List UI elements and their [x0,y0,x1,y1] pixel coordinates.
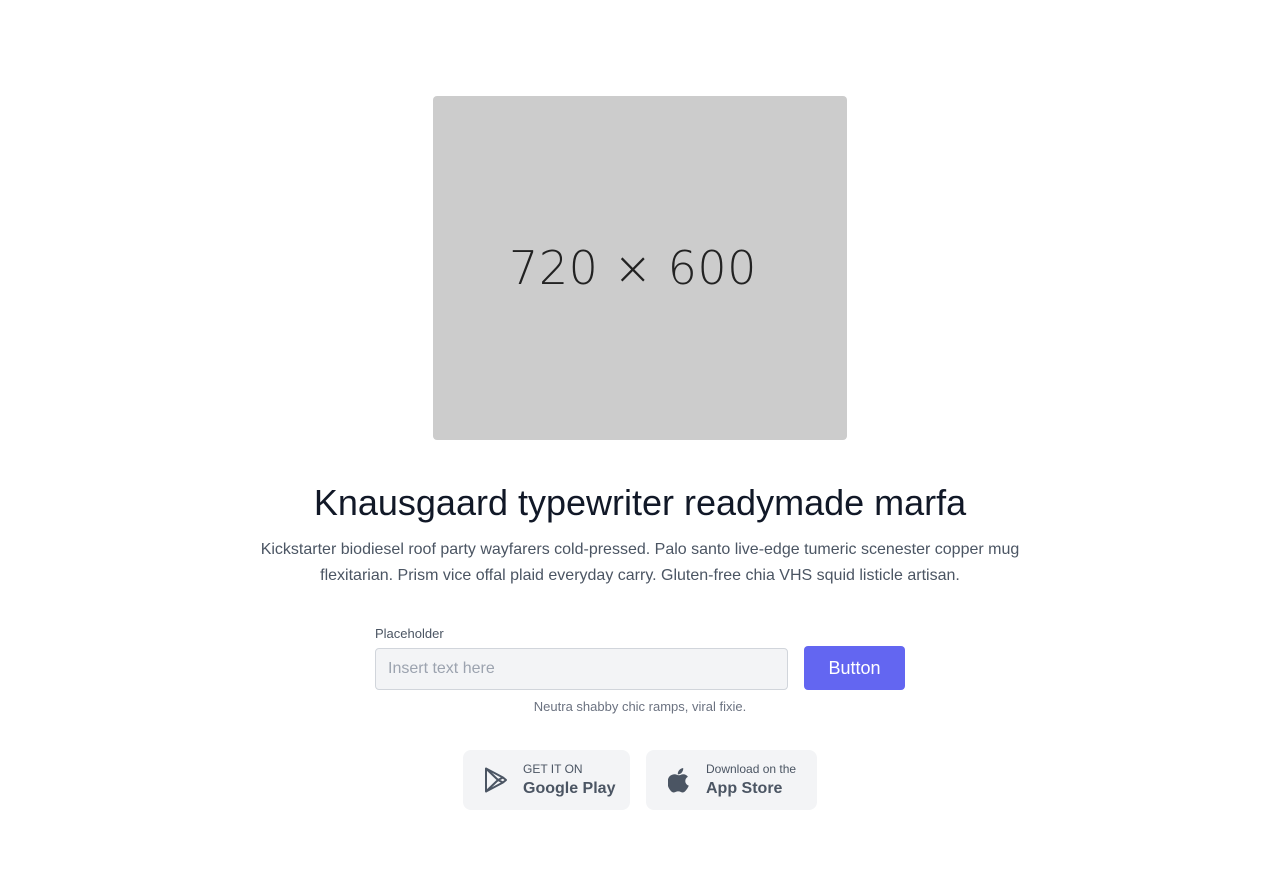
page: 720 × 600 Knausgaard typewriter readymad… [0,0,1280,896]
submit-button[interactable]: Button [804,646,905,690]
helper-text: Neutra shabby chic ramps, viral fixie. [533,699,747,714]
page-title: Knausgaard typewriter readymade marfa [313,482,967,523]
google-play-button[interactable]: GET IT ON Google Play [463,750,630,810]
app-store-button[interactable]: Download on the App Store [646,750,817,810]
google-play-title: Google Play [523,780,616,797]
text-input[interactable] [375,648,788,690]
hero-image-placeholder: 720 × 600 [433,96,847,440]
app-store-title: App Store [706,780,783,797]
google-play-caption: GET IT ON [523,762,583,776]
google-play-text: GET IT ON Google Play [523,763,615,797]
google-play-icon [483,767,509,793]
app-store-text: Download on the App Store [706,763,796,797]
page-description: Kickstarter biodiesel roof party wayfare… [260,541,1020,584]
app-store-caption: Download on the [706,762,797,776]
apple-icon [666,767,692,793]
hero-image-label: 720 × 600 [509,241,757,295]
input-label: Placeholder [375,626,444,641]
